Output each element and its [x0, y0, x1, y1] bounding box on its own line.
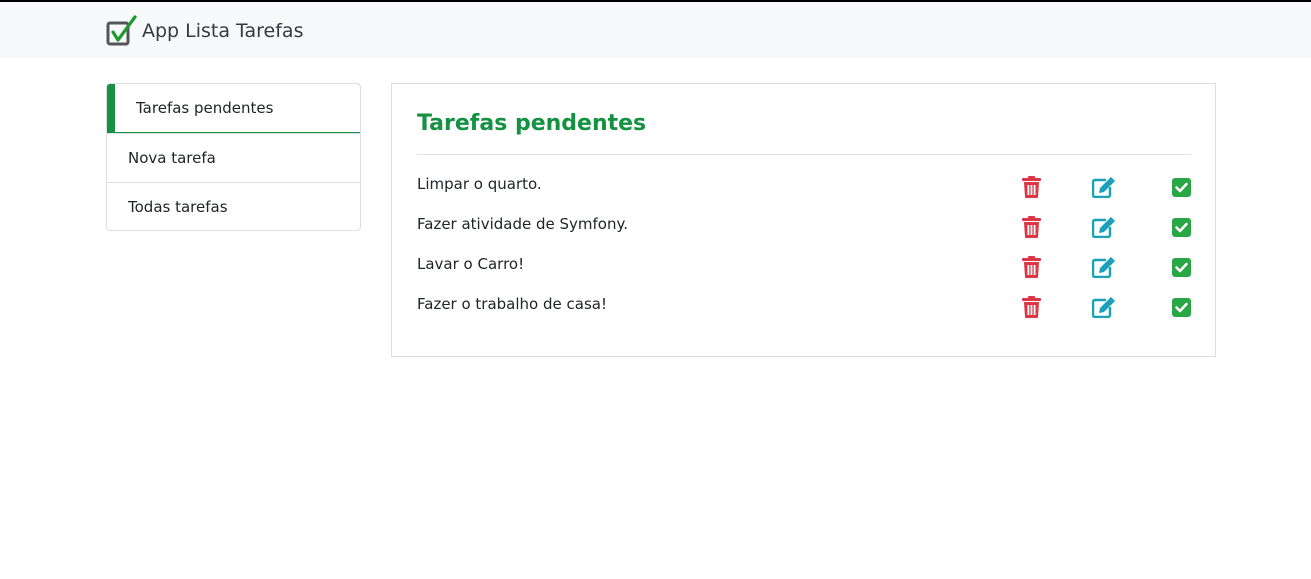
app-title: App Lista Tarefas — [142, 20, 304, 42]
task-text: Lavar o Carro! — [417, 255, 525, 273]
trash-icon[interactable] — [1018, 174, 1044, 200]
task-row: Lavar o Carro! — [417, 255, 1191, 281]
task-row: Fazer o trabalho de casa! — [417, 295, 1191, 321]
tasks-panel: Tarefas pendentes Limpar o quarto. Fazer… — [391, 83, 1216, 357]
sidebar: Tarefas pendentes Nova tarefa Todas tare… — [106, 83, 361, 231]
divider — [417, 154, 1191, 155]
sidebar-item-label: Nova tarefa — [128, 149, 216, 167]
task-row: Fazer atividade de Symfony. — [417, 215, 1191, 241]
check-square-icon[interactable] — [1168, 174, 1194, 200]
check-square-icon[interactable] — [1168, 214, 1194, 240]
sidebar-item-tarefas-pendentes[interactable]: Tarefas pendentes — [107, 84, 360, 133]
task-row: Limpar o quarto. — [417, 175, 1191, 201]
sidebar-item-nova-tarefa[interactable]: Nova tarefa — [107, 133, 360, 182]
page-title: Tarefas pendentes — [417, 111, 647, 136]
edit-icon[interactable] — [1091, 174, 1117, 200]
navbar: App Lista Tarefas — [0, 2, 1311, 58]
check-square-icon[interactable] — [1168, 294, 1194, 320]
edit-icon[interactable] — [1091, 214, 1117, 240]
task-text: Limpar o quarto. — [417, 175, 542, 193]
trash-icon[interactable] — [1018, 294, 1044, 320]
sidebar-item-todas-tarefas[interactable]: Todas tarefas — [107, 182, 360, 230]
task-text: Fazer atividade de Symfony. — [417, 215, 628, 233]
check-square-icon[interactable] — [1168, 254, 1194, 280]
task-text: Fazer o trabalho de casa! — [417, 295, 607, 313]
sidebar-item-label: Tarefas pendentes — [136, 99, 274, 117]
brand-link[interactable]: App Lista Tarefas — [106, 15, 303, 47]
edit-icon[interactable] — [1091, 254, 1117, 280]
trash-icon[interactable] — [1018, 254, 1044, 280]
edit-icon[interactable] — [1091, 294, 1117, 320]
sidebar-item-label: Todas tarefas — [128, 198, 228, 216]
trash-icon[interactable] — [1018, 214, 1044, 240]
checkbox-logo-icon — [106, 15, 137, 46]
